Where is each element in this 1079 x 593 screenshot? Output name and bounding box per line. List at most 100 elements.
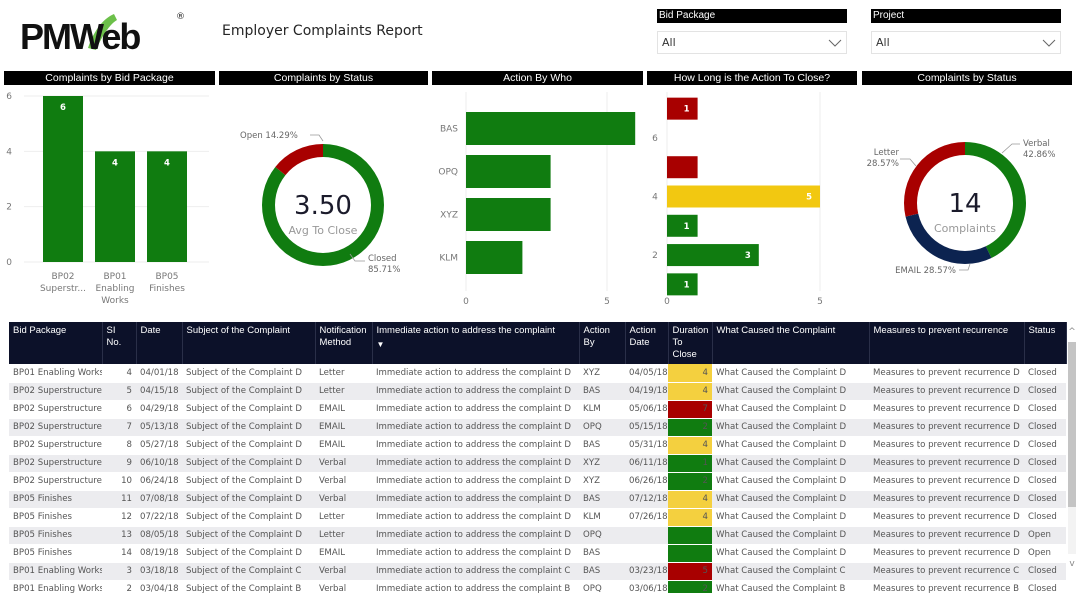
table-cell: 1	[668, 454, 712, 473]
table-cell	[668, 526, 712, 545]
table-cell: Subject of the Complaint D	[182, 526, 315, 545]
table-cell: 11	[102, 490, 136, 509]
bar	[667, 214, 698, 237]
table-cell: BAS	[579, 436, 625, 455]
column-header-label: Subject of the Complaint	[186, 325, 291, 336]
bar	[667, 185, 820, 208]
table-cell: What Caused the Complaint D	[712, 400, 869, 419]
bar-value-label: 1	[684, 105, 690, 115]
table-cell: What Caused the Complaint D	[712, 454, 869, 473]
slice-label: Closed	[368, 254, 397, 264]
table-row[interactable]: BP05 Finishes 11 07/08/18 Subject of the Co…	[9, 490, 1066, 509]
leader-line	[310, 134, 324, 142]
column-header[interactable]: Action By	[579, 322, 626, 364]
table-cell: Open	[1024, 544, 1066, 563]
scroll-thumb[interactable]	[1068, 342, 1076, 507]
table-cell: XYZ	[579, 454, 625, 473]
column-header[interactable]: Subject of the Complaint	[182, 322, 316, 364]
leader-line	[900, 158, 917, 167]
column-header[interactable]: Notification Method	[315, 322, 373, 364]
table-cell: Verbal	[315, 490, 372, 509]
x-tick-label: BP02	[51, 272, 74, 282]
table-cell: Subject of the Complaint C	[182, 562, 315, 581]
table-row[interactable]: BP01 Enabling Works 2 03/04/18 Subject of t…	[9, 580, 1066, 593]
table-row[interactable]: BP02 Superstructure 7 05/13/18 Subject of t…	[9, 418, 1066, 437]
table-cell: Closed	[1024, 418, 1066, 437]
table-cell: What Caused the Complaint D	[712, 526, 869, 545]
table-cell: KLM	[579, 508, 625, 527]
column-header[interactable]: Date	[136, 322, 183, 364]
scroll-up-icon[interactable]: ^	[1066, 326, 1078, 338]
column-header[interactable]: Immediate action to address the complain…	[372, 322, 580, 364]
column-header-label: Action By	[583, 325, 610, 348]
column-header-label: SI No.	[106, 325, 122, 348]
table-row[interactable]: BP01 Enabling Works 4 04/01/18 Subject of t…	[9, 364, 1066, 383]
table-cell: 06/24/18	[136, 472, 182, 491]
chart-method-donut: Verbal 42.86% EMAIL 28.57% Letter 28.57% 14 Co…	[862, 86, 1072, 318]
bar	[667, 273, 698, 296]
table-cell: Measures to prevent recurrence D	[869, 508, 1024, 527]
table-cell: What Caused the Complaint D	[712, 472, 869, 491]
donut-slice	[275, 144, 323, 176]
bar	[43, 96, 83, 262]
project-dropdown[interactable]: All	[871, 31, 1061, 54]
table-scrollbar[interactable]: ^ v	[1066, 322, 1078, 593]
table-cell	[625, 544, 668, 563]
table-row[interactable]: BP01 Enabling Works 3 03/18/18 Subject of t…	[9, 562, 1066, 581]
table-row[interactable]: BP02 Superstructure 9 06/10/18 Subject of t…	[9, 454, 1066, 473]
table-cell: Closed	[1024, 454, 1066, 473]
table-cell: Measures to prevent recurrence D	[869, 472, 1024, 491]
column-header[interactable]: Status	[1024, 322, 1067, 364]
table-cell: 14	[102, 544, 136, 563]
chart-duration: 0 5 2 4 6 1 5 1 3 1	[647, 86, 857, 318]
table-cell: Closed	[1024, 508, 1066, 527]
table-row[interactable]: BP02 Superstructure 8 05/27/18 Subject of t…	[9, 436, 1066, 455]
table-row[interactable]: BP05 Finishes 14 08/19/18 Subject of the Co…	[9, 544, 1066, 563]
table-cell: 6	[102, 400, 136, 419]
table-cell: Measures to prevent recurrence D	[869, 418, 1024, 437]
column-header[interactable]: Action Date	[625, 322, 669, 364]
column-header[interactable]: Bid Package	[9, 322, 103, 364]
scroll-down-icon[interactable]: v	[1066, 558, 1078, 570]
table-cell: What Caused the Complaint B	[712, 580, 869, 593]
table-row[interactable]: BP02 Superstructure 10 06/24/18 Subject of …	[9, 472, 1066, 491]
table-cell: Immediate action to address the complain…	[372, 508, 579, 527]
table-cell: Subject of the Complaint D	[182, 436, 315, 455]
table-cell: Closed	[1024, 562, 1066, 581]
table-cell: Measures to prevent recurrence D	[869, 454, 1024, 473]
table-row[interactable]: BP05 Finishes 13 08/05/18 Subject of the Co…	[9, 526, 1066, 545]
table-cell: XYZ	[579, 364, 625, 383]
slice-label: 28.57%	[867, 159, 899, 169]
table-cell: Immediate action to address the complain…	[372, 580, 579, 593]
table-cell: 07/12/18	[625, 490, 668, 509]
table-cell: BP02 Superstructure	[9, 454, 102, 473]
bid-package-dropdown[interactable]: All	[657, 31, 847, 54]
column-header[interactable]: SI No.	[102, 322, 137, 364]
table-cell: What Caused the Complaint D	[712, 544, 869, 563]
x-tick-label: Superstr...	[40, 284, 86, 294]
table-cell: Subject of the Complaint D	[182, 508, 315, 527]
logo-text: PMWeb	[20, 16, 141, 57]
y-tick-label: 2	[6, 203, 12, 213]
table-cell: What Caused the Complaint D	[712, 418, 869, 437]
table-row[interactable]: BP02 Superstructure 6 04/29/18 Subject of t…	[9, 400, 1066, 419]
table-cell: Verbal	[315, 562, 372, 581]
table-cell: 08/19/18	[136, 544, 182, 563]
table-cell: Immediate action to address the complain…	[372, 400, 579, 419]
report-title: Employer Complaints Report	[222, 23, 423, 39]
column-header-label: What Caused the Complaint	[716, 325, 836, 336]
column-header[interactable]: Measures to prevent recurrence	[869, 322, 1025, 364]
table-row[interactable]: BP05 Finishes 12 07/22/18 Subject of the Co…	[9, 508, 1066, 527]
sort-desc-icon[interactable]: ▼	[377, 339, 575, 351]
column-header[interactable]: Duration To Close	[668, 322, 713, 364]
table-cell: Subject of the Complaint D	[182, 490, 315, 509]
table-cell: 03/06/18	[625, 580, 668, 593]
bar	[667, 156, 698, 179]
table-row[interactable]: BP02 Superstructure 5 04/15/18 Subject of t…	[9, 382, 1066, 401]
column-header[interactable]: What Caused the Complaint	[712, 322, 870, 364]
table-cell: BP02 Superstructure	[9, 400, 102, 419]
table-cell: Letter	[315, 364, 372, 383]
slice-label: 85.71%	[368, 265, 400, 275]
bar-value-label: 4	[164, 158, 170, 168]
table-cell: BP05 Finishes	[9, 490, 102, 509]
